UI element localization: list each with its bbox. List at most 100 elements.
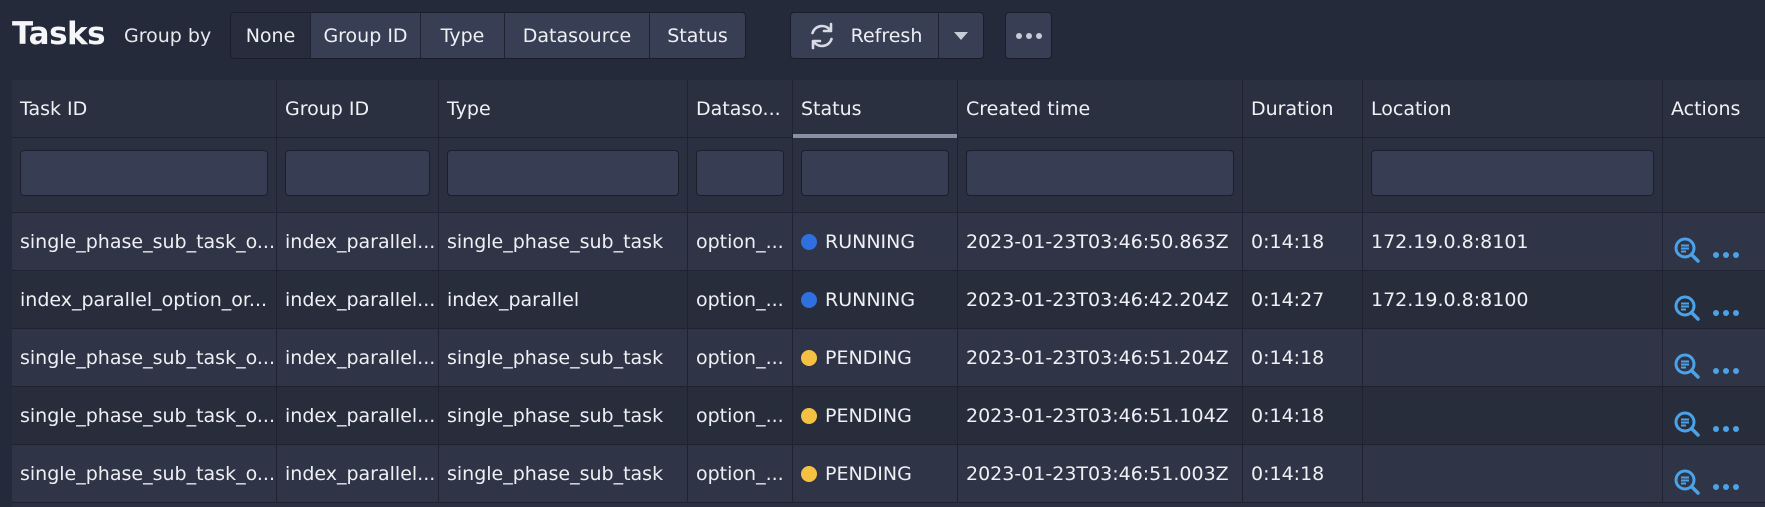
cell-status: PENDING — [793, 445, 958, 503]
status-dot-icon — [801, 466, 817, 482]
column-header-actions: Actions — [1671, 98, 1741, 120]
group-type-button[interactable]: Type — [421, 13, 505, 58]
tasks-table: Task ID Group ID Type Dataso... Status C… — [12, 80, 1765, 507]
filter-location-input[interactable] — [1371, 150, 1654, 196]
filter-created-time-input[interactable] — [966, 150, 1234, 196]
column-header-datasource[interactable]: Dataso... — [688, 80, 793, 138]
cell-duration: 0:14:18 — [1243, 387, 1363, 445]
magnifier-icon[interactable] — [1673, 236, 1701, 264]
cell-created-time: 2023-01-23T03:46:50.863Z — [958, 213, 1243, 271]
filter-row — [12, 138, 1765, 213]
column-header-group-id[interactable]: Group ID — [277, 80, 439, 138]
filter-status-input[interactable] — [801, 150, 949, 196]
cell-actions — [1663, 329, 1765, 387]
filter-task-id-input[interactable] — [20, 150, 268, 196]
status-dot-icon — [801, 408, 817, 424]
group-status-button[interactable]: Status — [650, 13, 745, 58]
caret-down-icon — [954, 31, 968, 40]
cell-duration: 0:14:18 — [1243, 329, 1363, 387]
more-icon[interactable] — [1713, 252, 1739, 258]
column-header-created-time[interactable]: Created time — [958, 80, 1243, 138]
cell-task-id: single_phase_sub_task_o... — [12, 329, 277, 387]
cell-type: single_phase_sub_task — [439, 387, 688, 445]
cell-datasource: option_... — [688, 271, 793, 329]
cell-task-id: single_phase_sub_task_o... — [12, 445, 277, 503]
cell-group-id: index_parallel... — [277, 213, 439, 271]
filter-cell-actions — [1663, 138, 1765, 213]
column-header-type[interactable]: Type — [439, 80, 688, 138]
status-text: PENDING — [825, 347, 912, 369]
cell-duration: 0:14:18 — [1243, 213, 1363, 271]
group-by-buttons: None Group ID Type Datasource Status — [230, 12, 746, 59]
cell-status: PENDING — [793, 329, 958, 387]
magnifier-icon[interactable] — [1673, 294, 1701, 322]
filter-cell-duration — [1243, 138, 1363, 213]
table-row[interactable]: single_phase_sub_task_o... index_paralle… — [12, 445, 1765, 503]
cell-datasource: option_... — [688, 213, 793, 271]
cell-datasource: option_... — [688, 387, 793, 445]
filter-datasource-input[interactable] — [696, 150, 784, 196]
filter-group-id-input[interactable] — [285, 150, 430, 196]
magnifier-icon[interactable] — [1673, 468, 1701, 496]
filter-cell-task-id — [12, 138, 277, 213]
column-header-task-id[interactable]: Task ID — [12, 80, 277, 138]
refresh-button[interactable]: Refresh — [791, 13, 939, 58]
column-header-status[interactable]: Status — [793, 80, 958, 138]
filter-cell-status — [793, 138, 958, 213]
table-row[interactable]: index_parallel_option_or... index_parall… — [12, 271, 1765, 329]
cell-task-id: index_parallel_option_or... — [12, 271, 277, 329]
cell-group-id: index_parallel... — [277, 329, 439, 387]
status-dot-icon — [801, 234, 817, 250]
filter-cell-datasource — [688, 138, 793, 213]
cell-group-id: index_parallel... — [277, 387, 439, 445]
table-row[interactable]: single_phase_sub_task_o... index_paralle… — [12, 387, 1765, 445]
magnifier-icon[interactable] — [1673, 352, 1701, 380]
more-icon[interactable] — [1713, 368, 1739, 374]
more-icon[interactable] — [1713, 310, 1739, 316]
status-text: RUNNING — [825, 231, 916, 253]
cell-task-id: single_phase_sub_task_o... — [12, 213, 277, 271]
more-icon[interactable] — [1713, 426, 1739, 432]
magnifier-icon[interactable] — [1673, 410, 1701, 438]
refresh-dropdown-button[interactable] — [939, 13, 983, 58]
more-icon — [1015, 32, 1042, 39]
group-datasource-button[interactable]: Datasource — [505, 13, 650, 58]
refresh-label: Refresh — [850, 24, 923, 47]
table-row[interactable]: single_phase_sub_task_o... index_paralle… — [12, 213, 1765, 271]
cell-location: 172.19.0.8:8100 — [1363, 271, 1663, 329]
status-dot-icon — [801, 350, 817, 366]
cell-location — [1363, 387, 1663, 445]
filter-type-input[interactable] — [447, 150, 679, 196]
column-header-duration[interactable]: Duration — [1243, 80, 1363, 138]
cell-datasource: option_... — [688, 329, 793, 387]
page-title: Tasks — [12, 16, 106, 52]
cell-created-time: 2023-01-23T03:46:51.003Z — [958, 445, 1243, 503]
cell-status: PENDING — [793, 387, 958, 445]
more-options-group — [1005, 12, 1052, 59]
refresh-icon — [810, 22, 833, 49]
cell-created-time: 2023-01-23T03:46:42.204Z — [958, 271, 1243, 329]
cell-type: single_phase_sub_task — [439, 445, 688, 503]
group-by-label: Group by — [124, 25, 212, 47]
cell-type: index_parallel — [439, 271, 688, 329]
cell-actions — [1663, 271, 1765, 329]
status-text: PENDING — [825, 405, 912, 427]
cell-group-id: index_parallel... — [277, 445, 439, 503]
cell-task-id: single_phase_sub_task_o... — [12, 387, 277, 445]
top-toolbar: Tasks Group by None Group ID Type Dataso… — [0, 0, 1765, 72]
more-options-button[interactable] — [1006, 13, 1051, 58]
table-row[interactable]: single_phase_sub_task_o... index_paralle… — [12, 329, 1765, 387]
cell-actions — [1663, 387, 1765, 445]
refresh-button-group: Refresh — [790, 12, 984, 59]
filter-cell-location — [1363, 138, 1663, 213]
cell-type: single_phase_sub_task — [439, 329, 688, 387]
more-icon[interactable] — [1713, 484, 1739, 490]
cell-location — [1363, 445, 1663, 503]
cell-status: RUNNING — [793, 213, 958, 271]
cell-created-time: 2023-01-23T03:46:51.104Z — [958, 387, 1243, 445]
cell-actions — [1663, 213, 1765, 271]
filter-cell-group-id — [277, 138, 439, 213]
group-groupid-button[interactable]: Group ID — [311, 13, 421, 58]
group-none-button[interactable]: None — [231, 13, 311, 58]
column-header-location[interactable]: Location — [1363, 80, 1663, 138]
